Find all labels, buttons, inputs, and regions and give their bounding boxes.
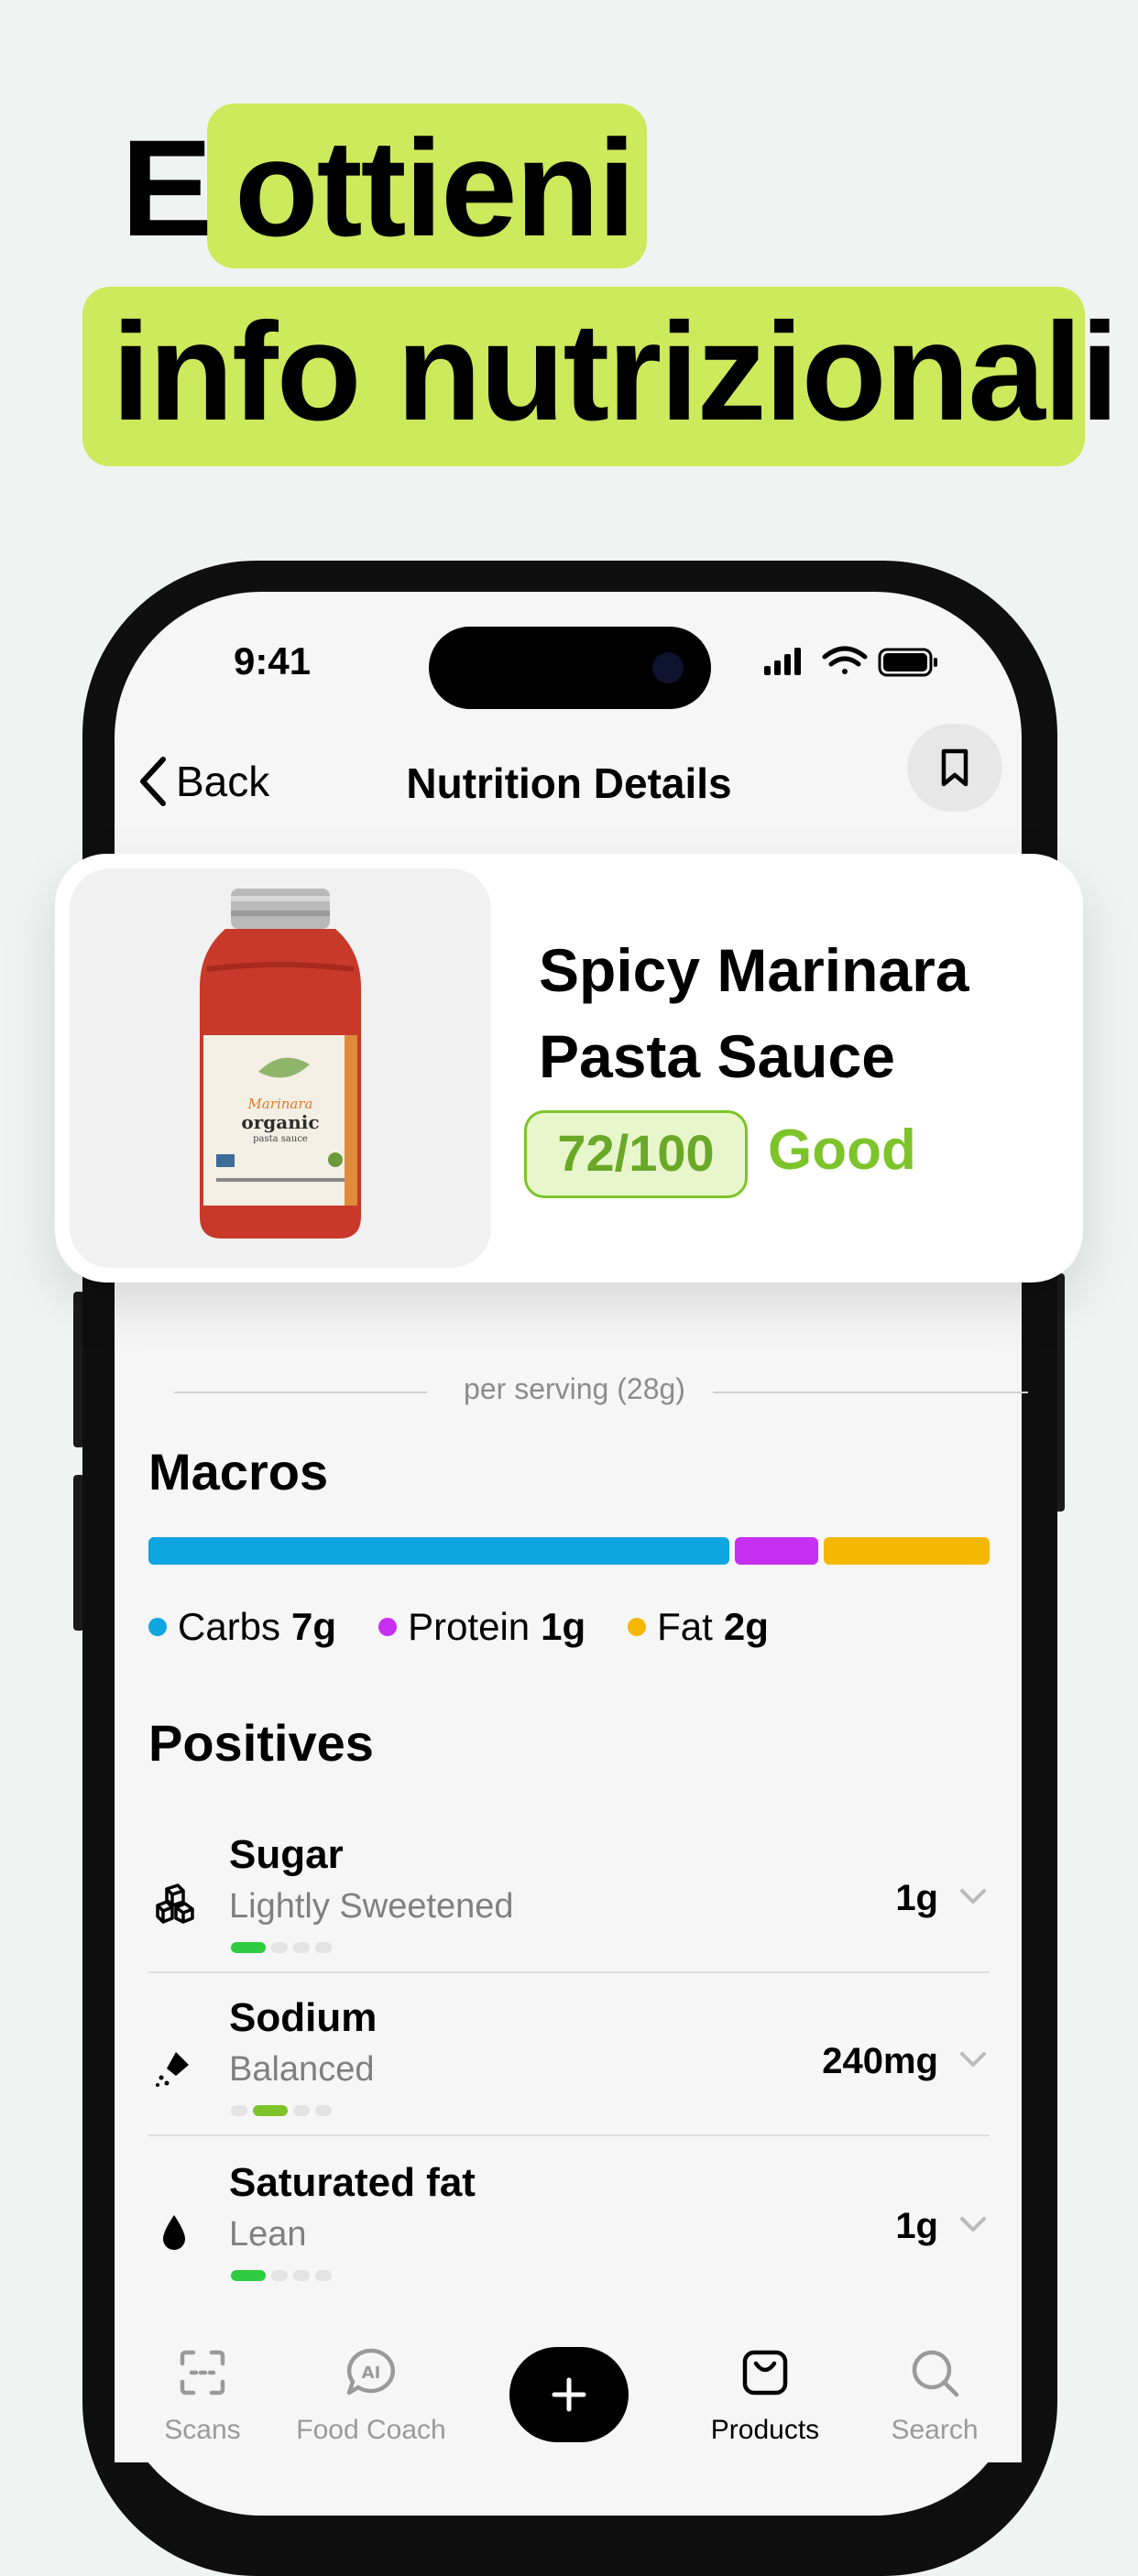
level-indicator: [231, 1942, 332, 1953]
nutrient-value: 1g: [895, 1878, 938, 1918]
macro-bar-fat: [823, 1537, 990, 1565]
legend-label: Carbs: [178, 1605, 281, 1648]
tab-food-coach[interactable]: AI Food Coach: [293, 2345, 449, 2446]
nutrient-value: 240mg: [822, 2041, 938, 2081]
tab-products[interactable]: Products: [707, 2345, 823, 2446]
legend-value: 1g: [541, 1605, 586, 1648]
score-rating: Good: [768, 1119, 916, 1182]
macro-bar-carbs: [148, 1537, 730, 1565]
serving-size: per serving (28g): [464, 1372, 685, 1405]
sauce-jar-image: Marinara organic pasta sauce: [200, 889, 361, 1239]
legend-value: 2g: [723, 1605, 769, 1648]
tab-label: Scans: [164, 2415, 241, 2445]
salt-shaker-icon: [156, 2052, 189, 2087]
ai-chat-icon: AI: [346, 2348, 395, 2396]
jar-brand: Marinara: [247, 1096, 313, 1112]
headline-word: E: [121, 111, 213, 265]
status-time: 9:41: [234, 639, 312, 682]
macros-legend: Carbs 7g Protein 1g Fat 2g: [148, 1605, 769, 1649]
bookmark-icon: [941, 748, 968, 787]
divider: [148, 2134, 990, 2136]
nutrient-value: 1g: [895, 2206, 938, 2246]
nutrient-name: Sugar: [229, 1832, 344, 1877]
svg-text:AI: AI: [362, 2363, 381, 2383]
add-button[interactable]: [509, 2347, 629, 2442]
legend-fat: Fat 2g: [628, 1605, 769, 1649]
tab-scans[interactable]: Scans: [154, 2345, 251, 2446]
tab-label: Food Coach: [296, 2415, 446, 2445]
product-image: Marinara organic pasta sauce: [70, 868, 491, 1268]
plus-icon: [552, 2377, 586, 2412]
nutrient-desc: Balanced: [229, 2050, 375, 2089]
dynamic-island: [429, 627, 711, 709]
macros-title: Macros: [148, 1443, 329, 1501]
bag-icon: [742, 2350, 788, 2396]
legend-label: Protein: [408, 1605, 531, 1648]
bookmark-button[interactable]: [907, 724, 1002, 812]
sugar-cubes-icon: [156, 1883, 194, 1924]
nutrient-name: Sodium: [229, 1995, 378, 2040]
status-icons: [764, 646, 937, 677]
legend-carbs: Carbs 7g: [148, 1605, 336, 1649]
score-badge: 72/100: [524, 1110, 748, 1198]
positive-row-sugar[interactable]: Sugar Lightly Sweetened 1g: [148, 1823, 990, 1988]
chevron-down-icon: [960, 2052, 986, 2067]
tab-label: Search: [891, 2415, 979, 2445]
jar-sub: pasta sauce: [253, 1134, 308, 1144]
nutrient-desc: Lightly Sweetened: [229, 1887, 514, 1926]
legend-protein: Protein 1g: [378, 1605, 585, 1649]
macro-bar-protein: [735, 1537, 818, 1565]
legend-value: 7g: [291, 1605, 337, 1648]
chevron-down-icon: [960, 1889, 986, 1904]
nutrient-desc: Lean: [229, 2215, 307, 2254]
divider: [148, 1971, 990, 1973]
signal-icon: [764, 648, 801, 675]
battery-icon: [878, 648, 937, 677]
drop-icon: [163, 2215, 185, 2250]
positive-row-saturated-fat[interactable]: Saturated fat Lean 1g: [148, 2151, 990, 2316]
product-card[interactable]: Marinara organic pasta sauce Spicy Marin…: [55, 854, 1083, 1283]
jar-type: organic: [241, 1111, 319, 1133]
scan-icon: [180, 2350, 225, 2396]
product-name: Spicy Marinara Pasta Sauce: [539, 936, 969, 1090]
tab-search[interactable]: Search: [880, 2345, 990, 2446]
headline-highlight: ottieni: [235, 111, 636, 265]
level-indicator: [231, 2270, 332, 2281]
nutrient-name: Saturated fat: [229, 2160, 476, 2205]
level-indicator: [231, 2105, 332, 2116]
tab-label: Products: [710, 2415, 820, 2445]
headline: E ottieni info nutrizionali: [0, 0, 1138, 513]
search-icon: [912, 2350, 959, 2397]
positive-row-sodium[interactable]: Sodium Balanced 240mg: [148, 1986, 990, 2151]
chevron-down-icon: [960, 2217, 986, 2232]
positives-title: Positives: [148, 1714, 374, 1772]
legend-label: Fat: [657, 1605, 713, 1648]
headline-highlight: info nutrizionali: [112, 294, 1119, 450]
wifi-icon: [822, 646, 868, 674]
